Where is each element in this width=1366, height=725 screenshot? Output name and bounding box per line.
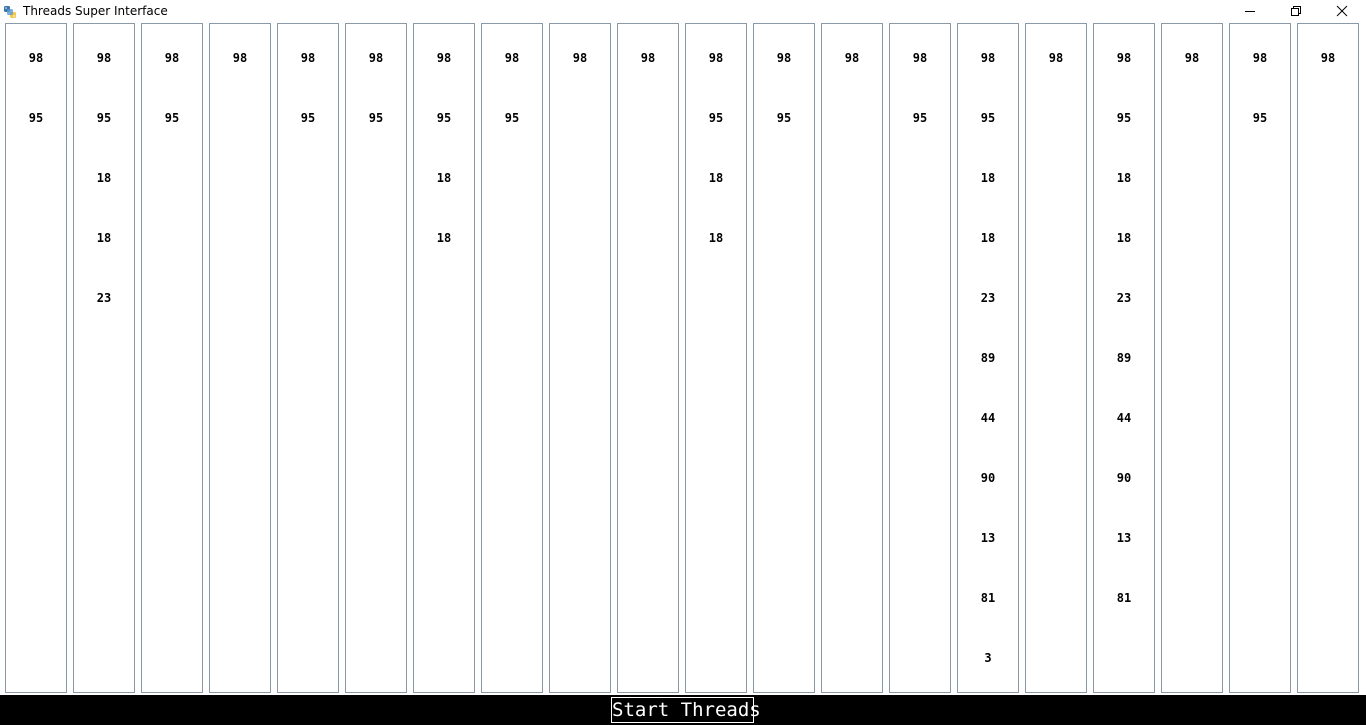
thread-value: 89 <box>980 351 996 365</box>
thread-value: 98 <box>572 51 588 65</box>
thread-value: 98 <box>28 51 44 65</box>
thread-value: 95 <box>708 111 724 125</box>
thread-value: 13 <box>1116 531 1132 545</box>
thread-value: 18 <box>1116 231 1132 245</box>
thread-column: 98 95 <box>345 23 407 693</box>
thread-value: 95 <box>1116 111 1132 125</box>
thread-column: 98 <box>549 23 611 693</box>
thread-value: 90 <box>980 471 996 485</box>
thread-value: 95 <box>504 111 520 125</box>
thread-value: 18 <box>708 231 724 245</box>
minimize-button[interactable] <box>1227 0 1273 22</box>
thread-value: 44 <box>980 411 996 425</box>
thread-column: 98 95 18 18 23 89 44 90 13 81 <box>1093 23 1155 693</box>
thread-value: 98 <box>844 51 860 65</box>
thread-column: 98 <box>617 23 679 693</box>
thread-value: 18 <box>436 231 452 245</box>
thread-value: 98 <box>504 51 520 65</box>
thread-column: 98 95 <box>753 23 815 693</box>
thread-value: 95 <box>1252 111 1268 125</box>
restore-button[interactable] <box>1273 0 1319 22</box>
thread-value: 18 <box>980 231 996 245</box>
window-title: Threads Super Interface <box>23 4 168 18</box>
thread-value: 98 <box>1116 51 1132 65</box>
thread-column: 98 95 18 18 23 <box>73 23 135 693</box>
thread-column: 98 <box>1025 23 1087 693</box>
thread-value: 98 <box>96 51 112 65</box>
thread-column: 98 <box>209 23 271 693</box>
thread-column: 98 95 <box>5 23 67 693</box>
thread-value: 95 <box>96 111 112 125</box>
thread-column: 98 95 18 18 <box>413 23 475 693</box>
thread-value: 98 <box>232 51 248 65</box>
bottom-toolbar: Start Threads <box>0 695 1366 725</box>
thread-column: 98 95 <box>889 23 951 693</box>
title-bar: Threads Super Interface <box>0 0 1366 22</box>
restore-icon <box>1291 6 1301 16</box>
thread-value: 98 <box>436 51 452 65</box>
thread-value: 13 <box>980 531 996 545</box>
thread-value: 95 <box>300 111 316 125</box>
thread-value: 98 <box>1184 51 1200 65</box>
thread-column: 98 95 18 18 23 89 44 90 13 81 3 <box>957 23 1019 693</box>
thread-value: 3 <box>984 651 992 665</box>
python-app-icon[interactable] <box>3 4 17 18</box>
minimize-icon <box>1245 11 1255 12</box>
thread-value: 95 <box>368 111 384 125</box>
thread-value: 18 <box>980 171 996 185</box>
thread-value: 98 <box>1252 51 1268 65</box>
thread-value: 90 <box>1116 471 1132 485</box>
thread-columns: 98 95 98 95 18 18 23 98 95 98 98 95 98 95 98 95 18 18 98 95… <box>5 23 1361 693</box>
thread-value: 23 <box>1116 291 1132 305</box>
thread-column: 98 95 <box>481 23 543 693</box>
thread-value: 18 <box>96 231 112 245</box>
thread-value: 98 <box>776 51 792 65</box>
thread-value: 98 <box>300 51 316 65</box>
thread-column: 98 95 18 18 <box>685 23 747 693</box>
thread-value: 95 <box>776 111 792 125</box>
thread-value: 81 <box>980 591 996 605</box>
thread-value: 44 <box>1116 411 1132 425</box>
close-button[interactable] <box>1319 0 1365 22</box>
thread-value: 98 <box>1320 51 1336 65</box>
thread-column: 98 95 <box>277 23 339 693</box>
thread-value: 98 <box>708 51 724 65</box>
thread-value: 23 <box>980 291 996 305</box>
thread-value: 95 <box>28 111 44 125</box>
thread-value: 23 <box>96 291 112 305</box>
thread-value: 95 <box>912 111 928 125</box>
thread-value: 98 <box>368 51 384 65</box>
thread-value: 98 <box>912 51 928 65</box>
close-icon <box>1336 5 1348 17</box>
thread-value: 18 <box>1116 171 1132 185</box>
thread-value: 95 <box>164 111 180 125</box>
thread-value: 95 <box>436 111 452 125</box>
thread-column: 98 <box>1161 23 1223 693</box>
thread-value: 98 <box>164 51 180 65</box>
thread-value: 89 <box>1116 351 1132 365</box>
thread-value: 98 <box>640 51 656 65</box>
thread-value: 81 <box>1116 591 1132 605</box>
thread-value: 98 <box>1048 51 1064 65</box>
thread-value: 18 <box>708 171 724 185</box>
thread-value: 95 <box>980 111 996 125</box>
thread-value: 18 <box>436 171 452 185</box>
thread-column: 98 95 <box>141 23 203 693</box>
thread-value: 18 <box>96 171 112 185</box>
thread-column: 98 <box>1297 23 1359 693</box>
thread-value: 98 <box>980 51 996 65</box>
thread-column: 98 <box>821 23 883 693</box>
thread-column: 98 95 <box>1229 23 1291 693</box>
start-threads-button[interactable]: Start Threads <box>611 697 761 723</box>
